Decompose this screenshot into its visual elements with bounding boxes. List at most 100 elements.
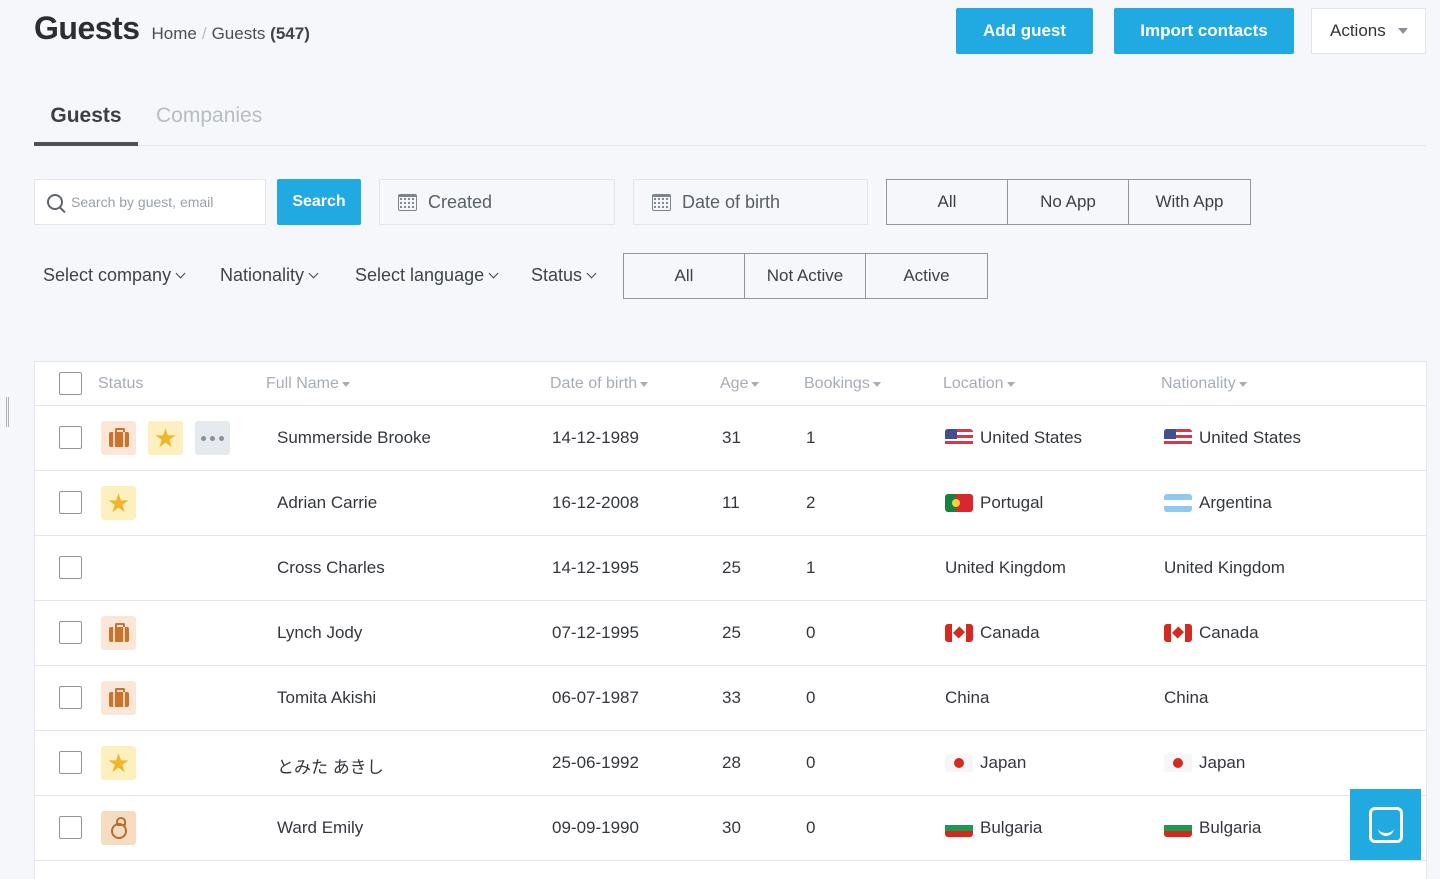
import-contacts-button[interactable]: Import contacts <box>1114 8 1294 54</box>
guest-name[interactable]: Tomita Akishi <box>277 688 376 708</box>
language-dropdown[interactable]: Select language <box>355 265 499 286</box>
column-label: Age <box>720 375 749 392</box>
row-checkbox[interactable] <box>59 816 82 839</box>
guest-bookings: 1 <box>806 428 816 447</box>
table-row[interactable]: ★ Summerside Brooke 14-12-1989 31 1 Unit… <box>35 406 1426 471</box>
actions-dropdown[interactable]: Actions <box>1311 8 1426 54</box>
app-filter-no-app[interactable]: No App <box>1008 180 1129 224</box>
search-input[interactable] <box>71 194 251 210</box>
nationality-text: Canada <box>1199 623 1259 642</box>
row-checkbox[interactable] <box>59 621 82 644</box>
guest-bookings: 0 <box>806 753 816 772</box>
guest-nationality: Argentina <box>1164 493 1272 513</box>
column-status: Status <box>98 375 144 392</box>
nationality-text: Argentina <box>1199 493 1272 512</box>
guest-name[interactable]: Ward Emily <box>277 818 363 838</box>
guest-nationality: China <box>1164 688 1209 707</box>
bulgaria-flag-icon <box>1164 819 1192 837</box>
resize-handle[interactable] <box>6 397 9 427</box>
location-text: Bulgaria <box>980 818 1043 837</box>
row-checkbox[interactable] <box>59 426 82 449</box>
guest-name[interactable]: Summerside Brooke <box>277 428 431 448</box>
table-row[interactable]: Lynch Jody 07-12-1995 25 0 Canada Canada <box>35 601 1426 666</box>
row-checkbox[interactable] <box>59 491 82 514</box>
table-row[interactable]: ★ Adrian Carrie 16-12-2008 11 2 Portugal… <box>35 471 1426 536</box>
guest-dob: 09-09-1990 <box>552 818 639 837</box>
guest-location: Canada <box>945 623 1040 643</box>
column-dob[interactable]: Date of birth <box>550 375 649 393</box>
chevron-down-icon <box>586 268 597 279</box>
column-nationality[interactable]: Nationality <box>1161 375 1247 393</box>
tab-companies[interactable]: Companies <box>156 104 262 128</box>
star-icon: ★ <box>101 486 136 520</box>
status-dropdown[interactable]: Status <box>531 265 597 286</box>
sort-caret-icon <box>640 381 649 387</box>
briefcase-icon <box>101 616 136 650</box>
company-dropdown[interactable]: Select company <box>43 265 186 286</box>
chat-launcher-button[interactable] <box>1350 789 1421 860</box>
app-filter-all[interactable]: All <box>887 180 1008 224</box>
created-date-filter[interactable]: Created <box>379 179 615 225</box>
sort-caret-icon <box>341 381 350 387</box>
page-header: Guests Home / Guests (547) <box>34 10 310 47</box>
sort-caret-icon <box>751 381 760 387</box>
breadcrumb-separator: / <box>201 24 207 43</box>
guest-name[interactable]: とみた あきし <box>277 753 384 778</box>
dob-label: Date of birth <box>682 191 781 212</box>
guest-name[interactable]: Adrian Carrie <box>277 493 377 513</box>
row-checkbox[interactable] <box>59 556 82 579</box>
japan-flag-icon <box>945 754 973 772</box>
table-row[interactable]: Cross Charles 14-12-1995 25 1 United Kin… <box>35 536 1426 601</box>
canada-flag-icon <box>1164 624 1192 642</box>
caret-down-icon <box>1397 28 1408 34</box>
calendar-icon <box>652 193 671 211</box>
column-full-name[interactable]: Full Name <box>266 375 350 393</box>
guest-dob: 25-06-1992 <box>552 753 639 772</box>
status-filter-not-active[interactable]: Not Active <box>745 254 866 298</box>
row-checkbox[interactable] <box>59 751 82 774</box>
more-icon[interactable] <box>195 421 230 455</box>
status-filter-active[interactable]: Active <box>866 254 987 298</box>
status-filter-all[interactable]: All <box>624 254 745 298</box>
argentina-flag-icon <box>1164 494 1192 512</box>
guest-location: China <box>945 688 990 707</box>
sort-caret-icon <box>1006 381 1015 387</box>
guest-age: 31 <box>722 428 741 447</box>
guest-name[interactable]: Cross Charles <box>277 558 385 578</box>
column-location[interactable]: Location <box>943 375 1015 393</box>
star-icon: ★ <box>148 421 183 455</box>
table-row[interactable]: ★ とみた あきし 25-06-1992 28 0 Japan Japan <box>35 731 1426 796</box>
nationality-dropdown[interactable]: Nationality <box>220 265 319 286</box>
guest-count: (547) <box>270 24 310 43</box>
add-guest-button[interactable]: Add guest <box>956 8 1093 54</box>
search-button[interactable]: Search <box>277 179 361 225</box>
table-row[interactable]: Tomita Akishi 06-07-1987 33 0 China Chin… <box>35 666 1426 731</box>
language-dropdown-label: Select language <box>355 265 485 285</box>
guest-age: 11 <box>722 493 740 512</box>
select-all-checkbox[interactable] <box>59 372 82 395</box>
status-dropdown-label: Status <box>531 265 583 285</box>
app-filter-segment: All No App With App <box>886 179 1251 225</box>
guest-location: Portugal <box>945 493 1043 513</box>
breadcrumb-home[interactable]: Home <box>151 24 196 43</box>
search-field <box>34 179 266 225</box>
sort-caret-icon <box>1238 381 1247 387</box>
company-dropdown-label: Select company <box>43 265 172 285</box>
page-title: Guests <box>34 10 140 46</box>
nationality-text: Japan <box>1199 753 1246 772</box>
dob-date-filter[interactable]: Date of birth <box>633 179 868 225</box>
row-checkbox[interactable] <box>59 686 82 709</box>
guest-dob: 14-12-1989 <box>552 428 639 447</box>
tab-guests[interactable]: Guests <box>34 104 138 128</box>
guest-name[interactable]: Lynch Jody <box>277 623 362 643</box>
tab-bar: Guests Companies <box>34 88 1426 146</box>
column-bookings[interactable]: Bookings <box>804 375 881 393</box>
app-filter-with-app[interactable]: With App <box>1129 180 1250 224</box>
guest-location: United States <box>945 428 1082 448</box>
table-row[interactable]: Ward Emily 09-09-1990 30 0 Bulgaria Bulg… <box>35 796 1426 861</box>
bulgaria-flag-icon <box>945 819 973 837</box>
guest-bookings: 0 <box>806 688 816 707</box>
column-age[interactable]: Age <box>720 375 760 393</box>
guest-nationality: Japan <box>1164 753 1245 773</box>
sort-caret-icon <box>872 381 881 387</box>
